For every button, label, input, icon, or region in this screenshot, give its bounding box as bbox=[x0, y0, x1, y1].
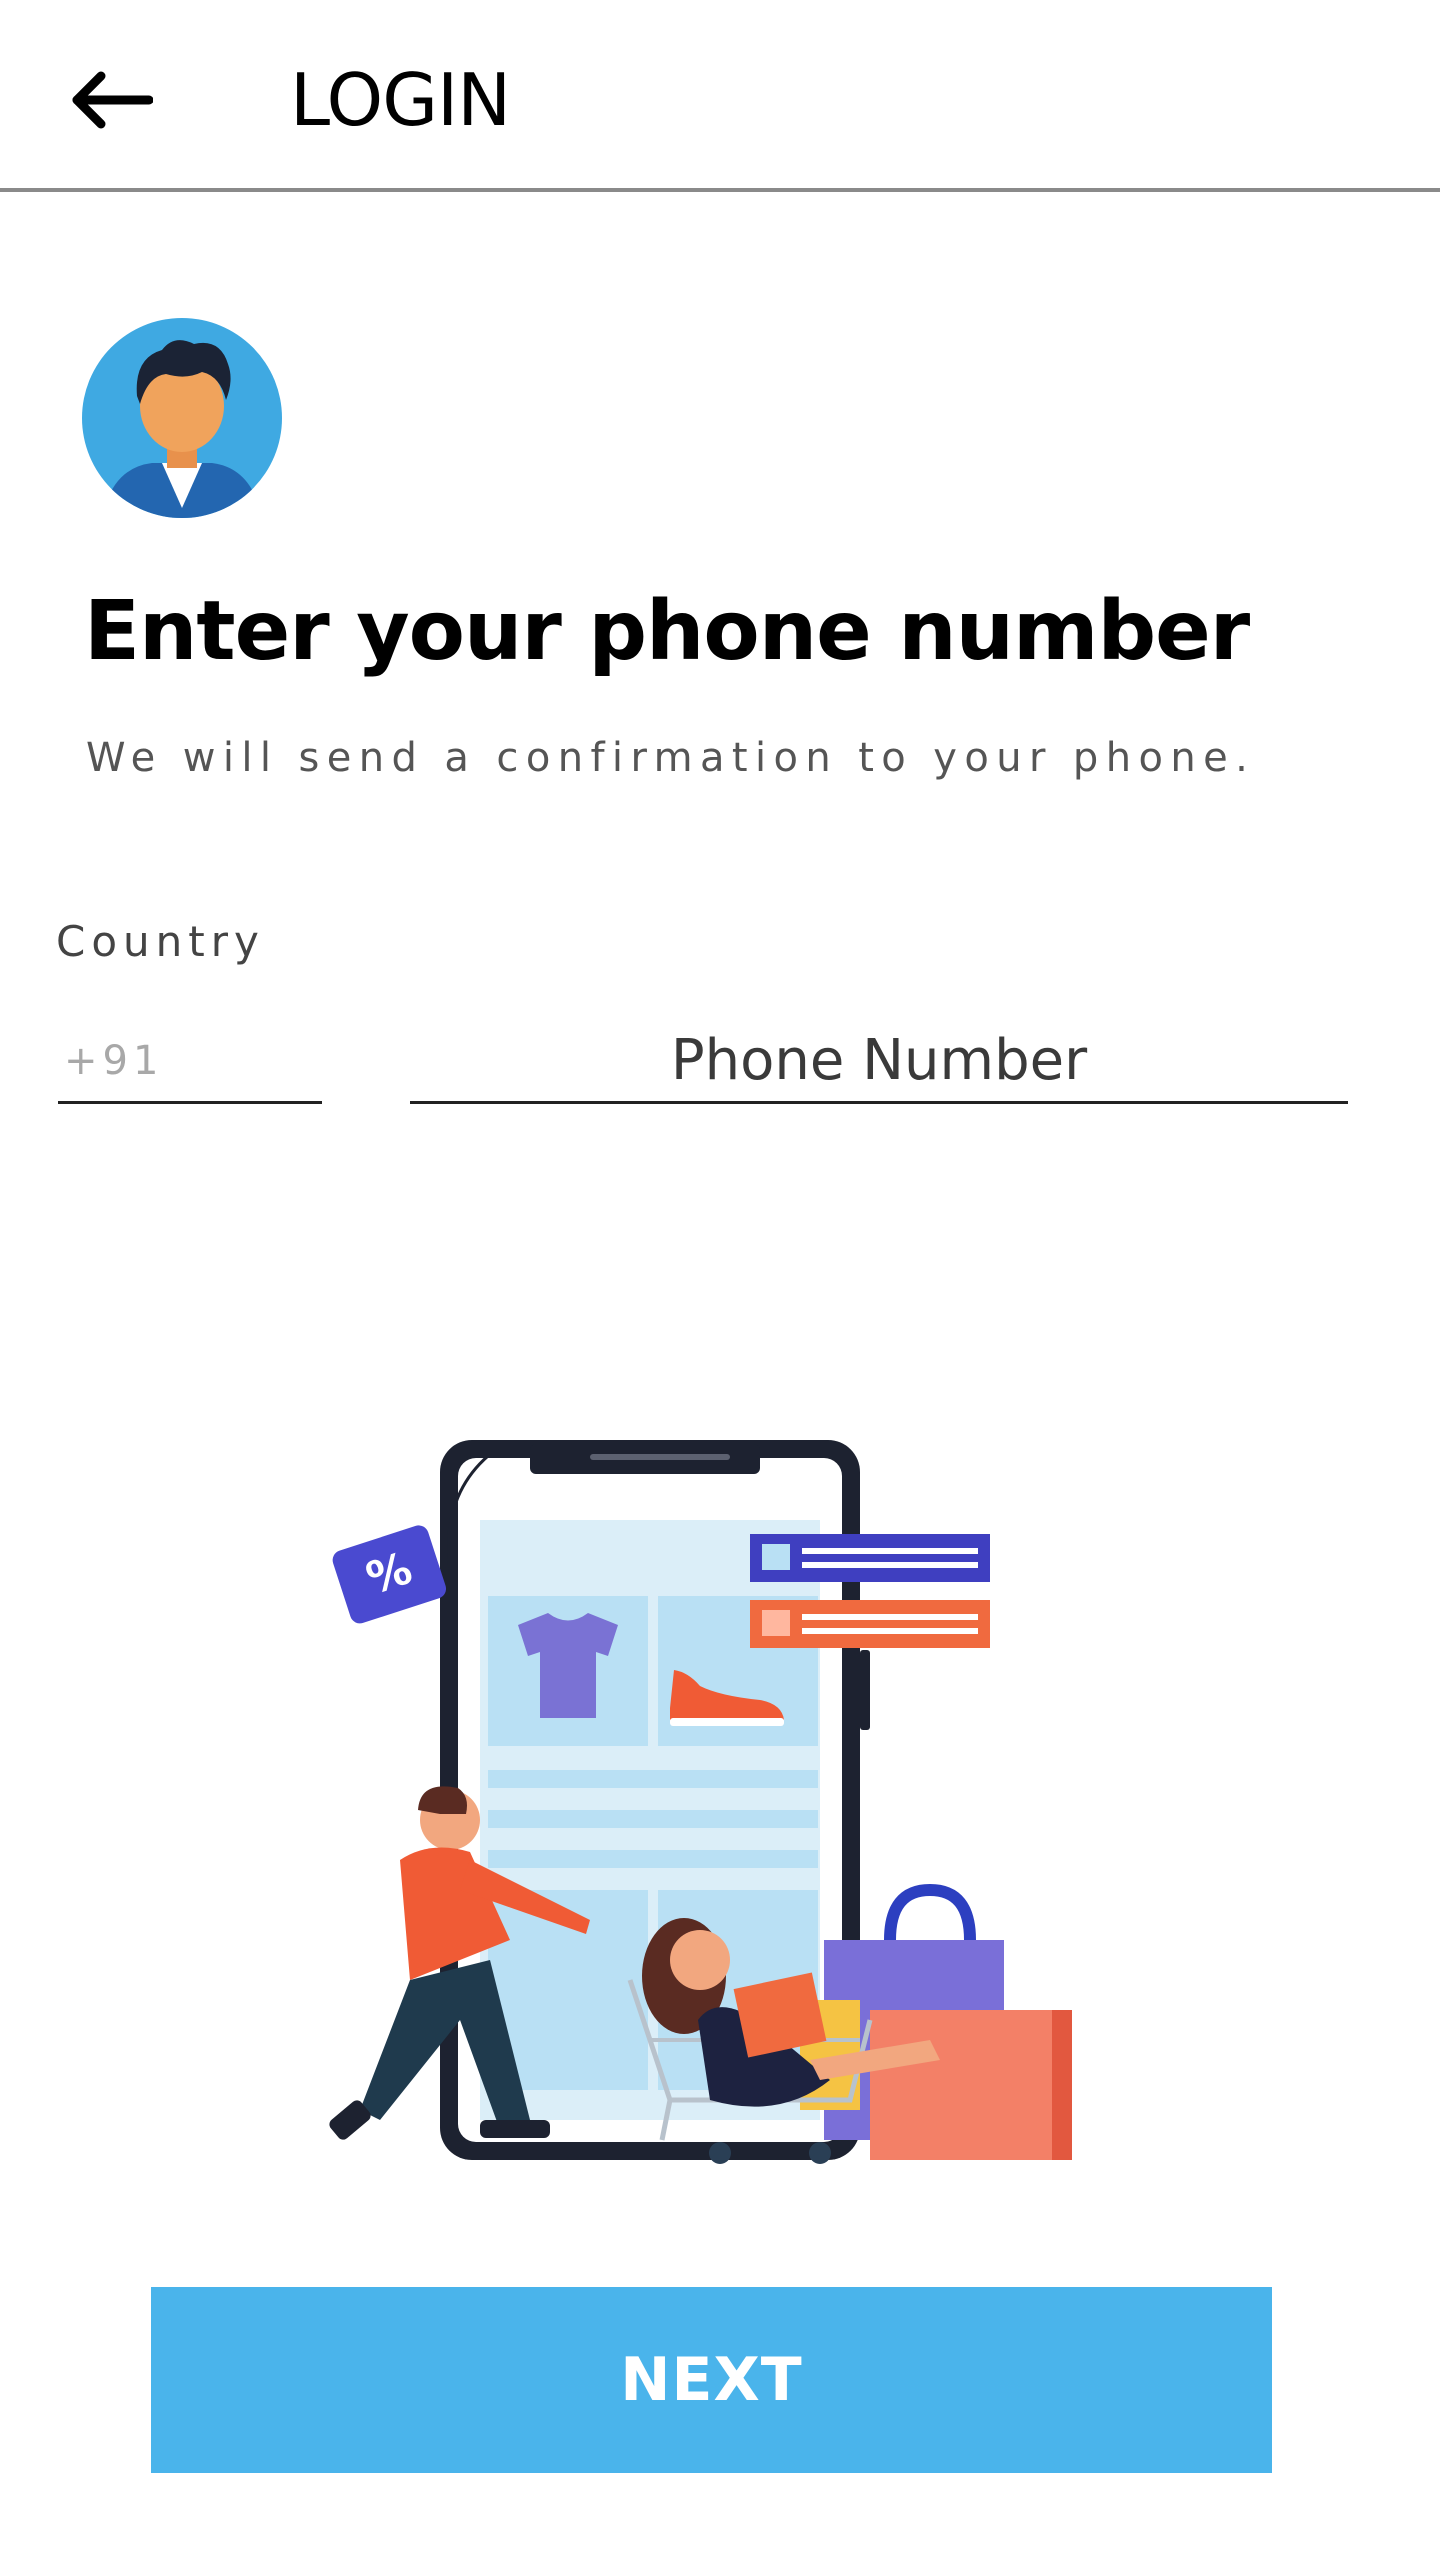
country-code-field[interactable] bbox=[58, 1020, 322, 1104]
phone-number-field[interactable] bbox=[410, 1020, 1348, 1104]
app-header: LOGIN bbox=[0, 0, 1440, 192]
heading: Enter your phone number bbox=[84, 584, 1250, 679]
subheading: We will send a confirmation to your phon… bbox=[86, 735, 1256, 781]
next-button[interactable]: NEXT bbox=[151, 2287, 1272, 2473]
back-button[interactable] bbox=[50, 52, 170, 148]
page-title: LOGIN bbox=[290, 58, 511, 142]
next-button-label: NEXT bbox=[620, 2345, 803, 2415]
user-avatar-icon bbox=[82, 318, 282, 518]
country-label: Country bbox=[56, 917, 265, 966]
arrow-left-icon bbox=[72, 71, 153, 129]
phone-number-input[interactable] bbox=[410, 1020, 1348, 1101]
country-code-input[interactable] bbox=[58, 1020, 322, 1101]
online-shopping-illustration: % bbox=[290, 1420, 1120, 2180]
